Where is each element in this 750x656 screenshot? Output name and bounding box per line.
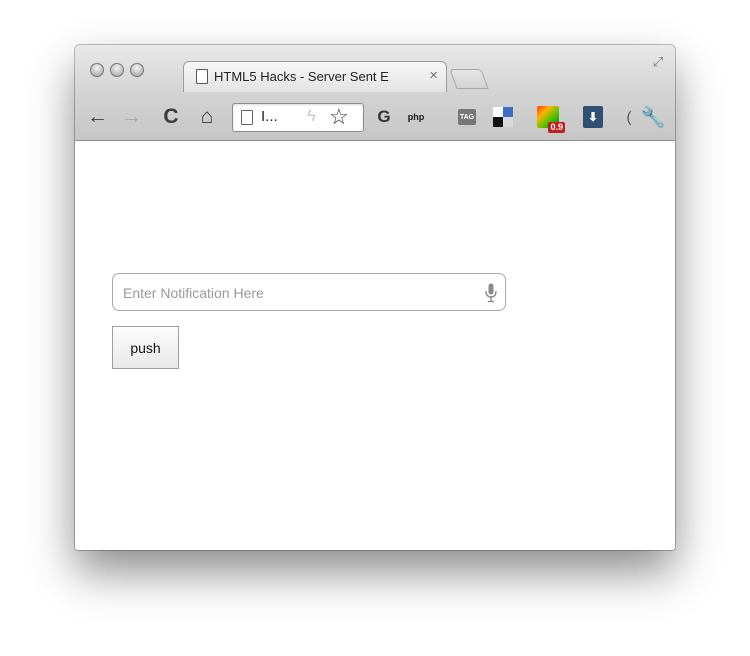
minimize-window-icon[interactable] bbox=[110, 63, 124, 77]
page-icon bbox=[241, 110, 253, 125]
notification-field[interactable] bbox=[112, 273, 506, 312]
tab-title: HTML5 Hacks - Server Sent E bbox=[214, 69, 389, 84]
forward-button[interactable]: → bbox=[121, 105, 142, 129]
browser-window: HTML5 Hacks - Server Sent E × ⤢ ← → C ⌂ … bbox=[75, 45, 675, 550]
notification-input[interactable] bbox=[121, 274, 475, 312]
overflow-chevron-icon[interactable]: ( bbox=[618, 106, 640, 128]
mic-extension-icon[interactable]: ⬇ bbox=[583, 106, 603, 128]
microphone-icon[interactable] bbox=[485, 283, 497, 303]
delicious-icon[interactable] bbox=[493, 107, 513, 127]
g-icon[interactable]: G bbox=[373, 106, 395, 128]
browser-chrome: HTML5 Hacks - Server Sent E × ⤢ ← → C ⌂ … bbox=[75, 45, 675, 141]
instant-bolt-icon: ϟ bbox=[307, 106, 316, 125]
window-controls bbox=[90, 63, 144, 77]
browser-toolbar: ← → C ⌂ I... ϟ ☆ G php TAG 0.9 ⬇ ( 🔧 bbox=[75, 97, 675, 137]
php-icon[interactable]: php bbox=[405, 106, 427, 128]
back-button[interactable]: ← bbox=[87, 105, 108, 129]
fullscreen-icon[interactable]: ⤢ bbox=[649, 53, 667, 71]
close-window-icon[interactable] bbox=[90, 63, 104, 77]
color-picker-icon[interactable]: 0.9 bbox=[537, 106, 565, 133]
tag-icon[interactable]: TAG bbox=[458, 109, 476, 125]
reload-button[interactable]: C bbox=[161, 105, 181, 129]
tab-close-icon[interactable]: × bbox=[429, 67, 438, 85]
page-content: push bbox=[75, 141, 675, 550]
new-tab-button[interactable] bbox=[449, 69, 489, 89]
bookmark-star-icon[interactable]: ☆ bbox=[329, 104, 349, 130]
color-picker-badge: 0.9 bbox=[548, 122, 565, 133]
browser-tab[interactable]: HTML5 Hacks - Server Sent E × bbox=[183, 61, 447, 92]
wrench-icon[interactable]: 🔧 bbox=[641, 106, 666, 129]
push-button[interactable]: push bbox=[112, 326, 179, 369]
address-text: I... bbox=[261, 108, 278, 125]
address-bar[interactable]: I... ϟ ☆ bbox=[232, 103, 364, 132]
home-button[interactable]: ⌂ bbox=[195, 105, 219, 129]
page-icon bbox=[196, 69, 208, 84]
zoom-window-icon[interactable] bbox=[130, 63, 144, 77]
